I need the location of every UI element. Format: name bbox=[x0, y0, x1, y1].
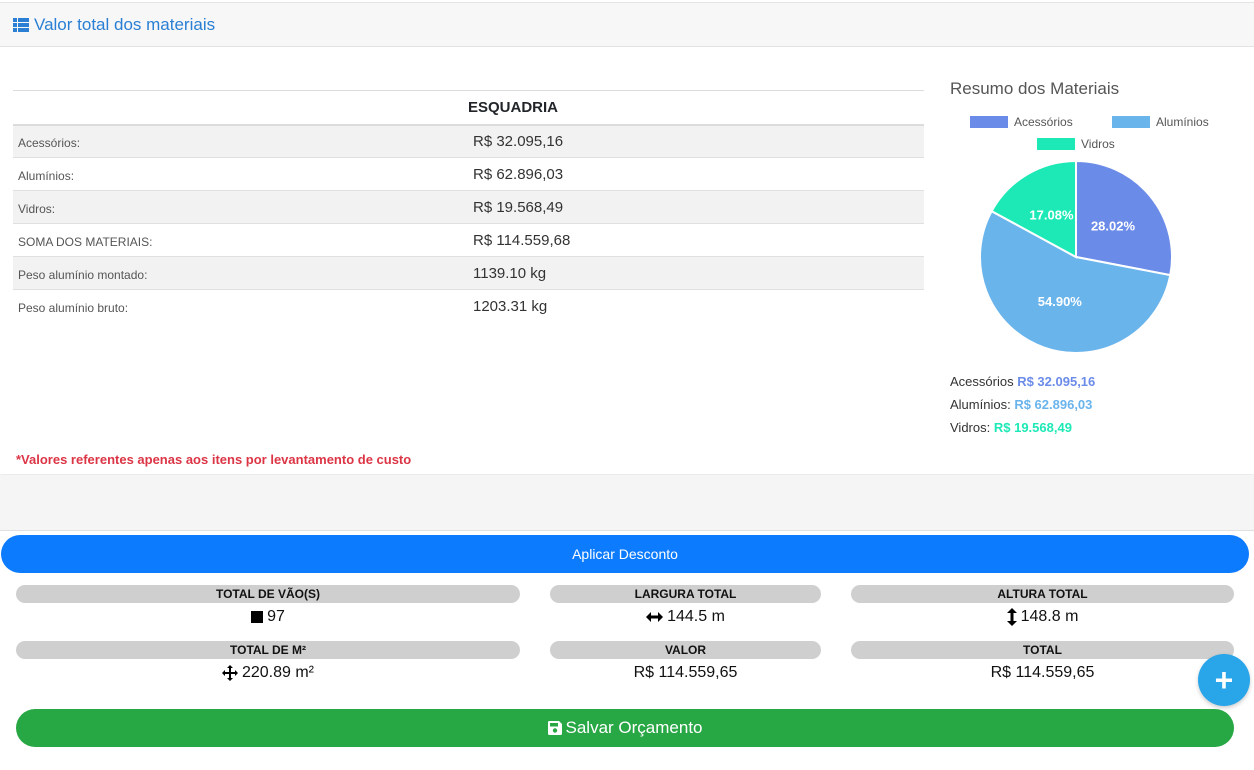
total-label: Acessórios bbox=[950, 374, 1014, 389]
stat-value-wrap: 97 bbox=[16, 607, 520, 627]
total-label: Vidros: bbox=[950, 420, 991, 435]
row-value: R$ 19.568,49 bbox=[468, 190, 924, 224]
materials-table: ESQUADRIA Acessórios: R$ 32.095,16 Alumí… bbox=[13, 90, 924, 323]
legend-swatch bbox=[970, 116, 1008, 128]
legend-label: Acessórios bbox=[1014, 115, 1073, 129]
row-label: Peso alumínio montado: bbox=[13, 256, 468, 290]
add-fab-button[interactable]: + bbox=[1198, 654, 1250, 706]
stat-largura-total: LARGURA TOTAL 144.5 m bbox=[550, 585, 821, 627]
row-value: R$ 114.559,68 bbox=[468, 223, 924, 257]
card-header: Valor total dos materiais bbox=[0, 3, 1254, 47]
table-header-row: ESQUADRIA bbox=[13, 90, 924, 126]
stat-value: 148.8 m bbox=[1020, 608, 1079, 625]
stat-value-wrap: 220.89 m² bbox=[16, 663, 520, 683]
stat-value: R$ 114.559,65 bbox=[990, 664, 1095, 681]
apply-discount-button[interactable]: Aplicar Desconto bbox=[1, 535, 1249, 573]
stat-value: 97 bbox=[267, 608, 285, 625]
legend-item-vidros[interactable]: Vidros bbox=[1037, 137, 1115, 151]
stat-value-wrap: R$ 114.559,65 bbox=[550, 663, 821, 683]
stat-total-vaos: TOTAL DE VÃO(S) 97 bbox=[16, 585, 520, 627]
row-label: SOMA DOS MATERIAIS: bbox=[13, 223, 468, 257]
table-row: Alumínios: R$ 62.896,03 bbox=[13, 157, 924, 191]
total-value: R$ 32.095,16 bbox=[1017, 374, 1096, 389]
legend-swatch bbox=[1037, 138, 1075, 150]
total-label: Alumínios: bbox=[950, 397, 1011, 412]
summary-title: Resumo dos Materiais bbox=[950, 79, 1120, 98]
stat-label: LARGURA TOTAL bbox=[550, 585, 821, 603]
cost-note: *Valores referentes apenas aos itens por… bbox=[16, 452, 412, 467]
card-title: Valor total dos materiais bbox=[34, 14, 216, 34]
stat-label: TOTAL DE M² bbox=[16, 641, 520, 659]
pie-data-label: 54.90% bbox=[1038, 294, 1083, 309]
stat-value: R$ 114.559,65 bbox=[633, 664, 738, 681]
table-row: Acessórios: R$ 32.095,16 bbox=[13, 124, 924, 158]
stat-value-wrap: 144.5 m bbox=[550, 607, 821, 627]
pie-data-label: 17.08% bbox=[1029, 208, 1074, 223]
stat-value-wrap: 148.8 m bbox=[851, 607, 1234, 627]
table-row: Peso alumínio montado: 1139.10 kg bbox=[13, 256, 924, 290]
summary-panel: Resumo dos Materiais Acessórios Alumínio… bbox=[950, 79, 1240, 435]
list-icon bbox=[13, 17, 29, 32]
row-value: 1139.10 kg bbox=[468, 256, 924, 290]
table-row: SOMA DOS MATERIAIS: R$ 114.559,68 bbox=[13, 223, 924, 257]
table-row: Vidros: R$ 19.568,49 bbox=[13, 190, 924, 224]
stat-valor: VALOR R$ 114.559,65 bbox=[550, 641, 821, 683]
square-icon bbox=[251, 611, 264, 623]
arrows-move-icon bbox=[221, 665, 238, 681]
legend-item-aluminios[interactable]: Alumínios bbox=[1112, 115, 1209, 129]
summary-totals: Acessórios R$ 32.095,16 Alumínios: R$ 62… bbox=[950, 374, 1095, 443]
table-header-empty bbox=[13, 90, 468, 126]
stat-value-wrap: R$ 114.559,65 bbox=[851, 663, 1234, 683]
stat-label: TOTAL bbox=[851, 641, 1234, 659]
stat-label: ALTURA TOTAL bbox=[851, 585, 1234, 603]
stat-total: TOTAL R$ 114.559,65 bbox=[851, 641, 1234, 683]
stat-total-m2: TOTAL DE M² 220.89 m² bbox=[16, 641, 520, 683]
arrows-horizontal-icon bbox=[646, 612, 664, 622]
row-label: Vidros: bbox=[13, 190, 468, 224]
floppy-disk-icon bbox=[547, 721, 562, 735]
materials-card: Valor total dos materiais ESQUADRIA Aces… bbox=[0, 2, 1254, 474]
table-row: Peso alumínio bruto: 1203.31 kg bbox=[13, 289, 924, 323]
total-vidros: Vidros: R$ 19.568,49 bbox=[950, 420, 1095, 443]
row-value: R$ 32.095,16 bbox=[468, 124, 924, 158]
row-value: R$ 62.896,03 bbox=[468, 157, 924, 191]
row-value: 1203.31 kg bbox=[468, 289, 924, 323]
row-label: Acessórios: bbox=[13, 124, 468, 158]
legend-item-acessorios[interactable]: Acessórios bbox=[970, 115, 1073, 129]
stat-label: TOTAL DE VÃO(S) bbox=[16, 585, 520, 603]
arrows-vertical-icon bbox=[1006, 608, 1017, 626]
row-label: Alumínios: bbox=[13, 157, 468, 191]
row-label: Peso alumínio bruto: bbox=[13, 289, 468, 323]
save-budget-button[interactable]: Salvar Orçamento bbox=[16, 709, 1234, 747]
save-button-label: Salvar Orçamento bbox=[565, 718, 703, 737]
total-aluminios: Alumínios: R$ 62.896,03 bbox=[950, 397, 1095, 420]
table-header-esquadria: ESQUADRIA bbox=[468, 90, 924, 126]
stat-altura-total: ALTURA TOTAL 148.8 m bbox=[851, 585, 1234, 627]
section-spacer bbox=[0, 475, 1254, 531]
pie-data-label: 28.02% bbox=[1091, 218, 1136, 233]
total-value: R$ 62.896,03 bbox=[1014, 397, 1093, 412]
stat-value: 220.89 m² bbox=[241, 664, 315, 681]
total-acessorios: Acessórios R$ 32.095,16 bbox=[950, 374, 1095, 397]
materials-pie-chart: 28.02% 54.90% 17.08% bbox=[979, 159, 1173, 354]
total-value: R$ 19.568,49 bbox=[993, 420, 1072, 435]
stat-label: VALOR bbox=[550, 641, 821, 659]
stat-value: 144.5 m bbox=[667, 608, 725, 625]
legend-label: Vidros bbox=[1081, 137, 1115, 151]
legend-label: Alumínios bbox=[1156, 115, 1209, 129]
legend-swatch bbox=[1112, 116, 1150, 128]
